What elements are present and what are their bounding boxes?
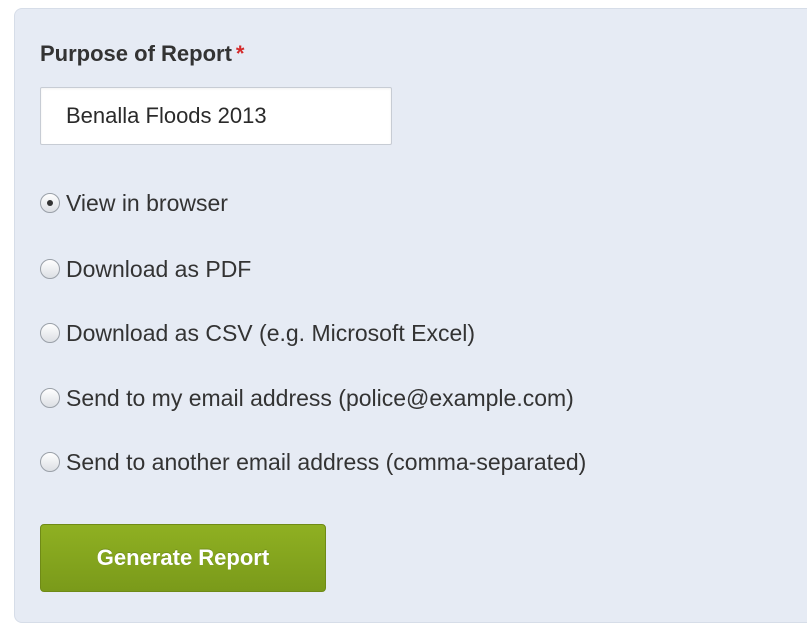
radio-button-icon[interactable] bbox=[40, 452, 60, 472]
radio-option-label: Send to another email address (comma-sep… bbox=[66, 448, 587, 475]
radio-option-view-in-browser[interactable]: View in browser bbox=[40, 186, 228, 220]
required-marker: * bbox=[235, 41, 245, 66]
purpose-input[interactable] bbox=[40, 87, 392, 145]
radio-selected-dot bbox=[47, 200, 53, 206]
radio-option-label: Download as CSV (e.g. Microsoft Excel) bbox=[66, 319, 476, 346]
radio-option-send-another-email[interactable]: Send to another email address (comma-sep… bbox=[40, 445, 586, 479]
purpose-field-label: Purpose of Report * bbox=[40, 41, 244, 67]
generate-report-button[interactable]: Generate Report bbox=[40, 524, 326, 592]
purpose-label-text: Purpose of Report bbox=[40, 41, 232, 66]
radio-button-icon[interactable] bbox=[40, 388, 60, 408]
radio-option-label: View in browser bbox=[66, 189, 228, 216]
radio-button-icon[interactable] bbox=[40, 193, 60, 213]
radio-button-icon[interactable] bbox=[40, 259, 60, 279]
radio-option-download-pdf[interactable]: Download as PDF bbox=[40, 252, 251, 286]
radio-option-download-csv[interactable]: Download as CSV (e.g. Microsoft Excel) bbox=[40, 316, 475, 350]
radio-option-send-my-email[interactable]: Send to my email address (police@example… bbox=[40, 381, 574, 415]
radio-option-label: Download as PDF bbox=[66, 255, 252, 282]
radio-option-label: Send to my email address (police@example… bbox=[66, 384, 574, 411]
radio-button-icon[interactable] bbox=[40, 323, 60, 343]
